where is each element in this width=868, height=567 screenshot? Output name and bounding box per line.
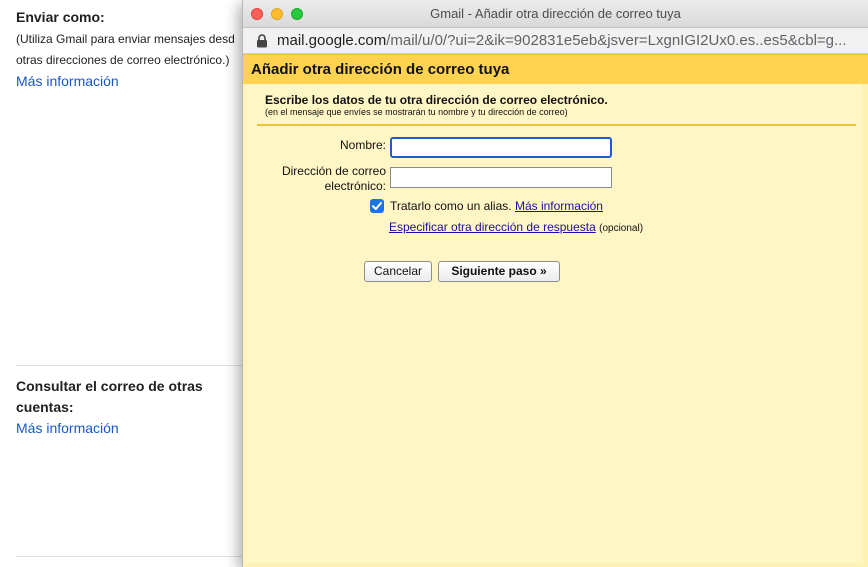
next-step-button[interactable]: Siguiente paso » [438,261,560,282]
window-titlebar[interactable]: Gmail - Añadir otra dirección de correo … [243,0,868,28]
address-bar[interactable]: mail.google.com/mail/u/0/?ui=2&ik=902831… [243,28,868,54]
email-label-line1: Dirección de correo [281,164,386,178]
intro-title: Escribe los datos de tu otra dirección d… [265,93,608,107]
dialog-body: Escribe los datos de tu otra dirección d… [245,84,862,563]
url-text[interactable]: mail.google.com/mail/u/0/?ui=2&ik=902831… [277,31,847,51]
intro-divider [257,124,856,126]
checkmark-icon [372,202,382,210]
email-input[interactable] [390,167,612,188]
check-mail-section: Consultar el correo de otras cuentas: Má… [16,376,246,439]
lock-icon [257,34,267,48]
window-title: Gmail - Añadir otra dirección de correo … [430,6,681,21]
check-mail-more-info-link[interactable]: Más información [16,418,246,439]
email-label: Dirección de correo electrónico: [236,164,386,194]
email-label-line2: electrónico: [324,179,386,193]
send-as-section: Enviar como: (Utiliza Gmail para enviar … [16,7,246,92]
check-mail-heading-line2: cuentas: [16,399,74,415]
url-host: mail.google.com [277,32,387,49]
send-as-description-line2: otras direcciones de correo electrónico.… [16,53,230,67]
cancel-button[interactable]: Cancelar [364,261,432,282]
alias-more-info-link[interactable]: Más información [515,199,603,213]
intro-subtitle: (en el mensaje que envíes se mostrarán t… [265,107,568,117]
reply-to-option: Especificar otra dirección de respuesta … [389,220,643,234]
alias-checkbox[interactable] [370,199,384,213]
name-label: Nombre: [339,138,386,152]
add-address-popup-window: Gmail - Añadir otra dirección de correo … [242,0,868,567]
name-input[interactable] [390,137,612,158]
url-path: /mail/u/0/?ui=2&ik=902831e5eb&jsver=Lxgn… [386,32,847,49]
specify-reply-address-link[interactable]: Especificar otra dirección de respuesta [389,220,596,234]
send-as-heading: Enviar como: [16,9,105,25]
send-as-more-info-link[interactable]: Más información [16,71,246,92]
alias-option: Tratarlo como un alias. Más información [390,199,603,213]
optional-label: (opcional) [599,223,644,234]
check-mail-heading-line1: Consultar el correo de otras [16,378,203,394]
send-as-description-line1: (Utiliza Gmail para enviar mensajes desd [16,32,235,46]
alias-label: Tratarlo como un alias. [390,199,512,213]
dialog-header: Añadir otra dirección de correo tuya [243,54,868,84]
